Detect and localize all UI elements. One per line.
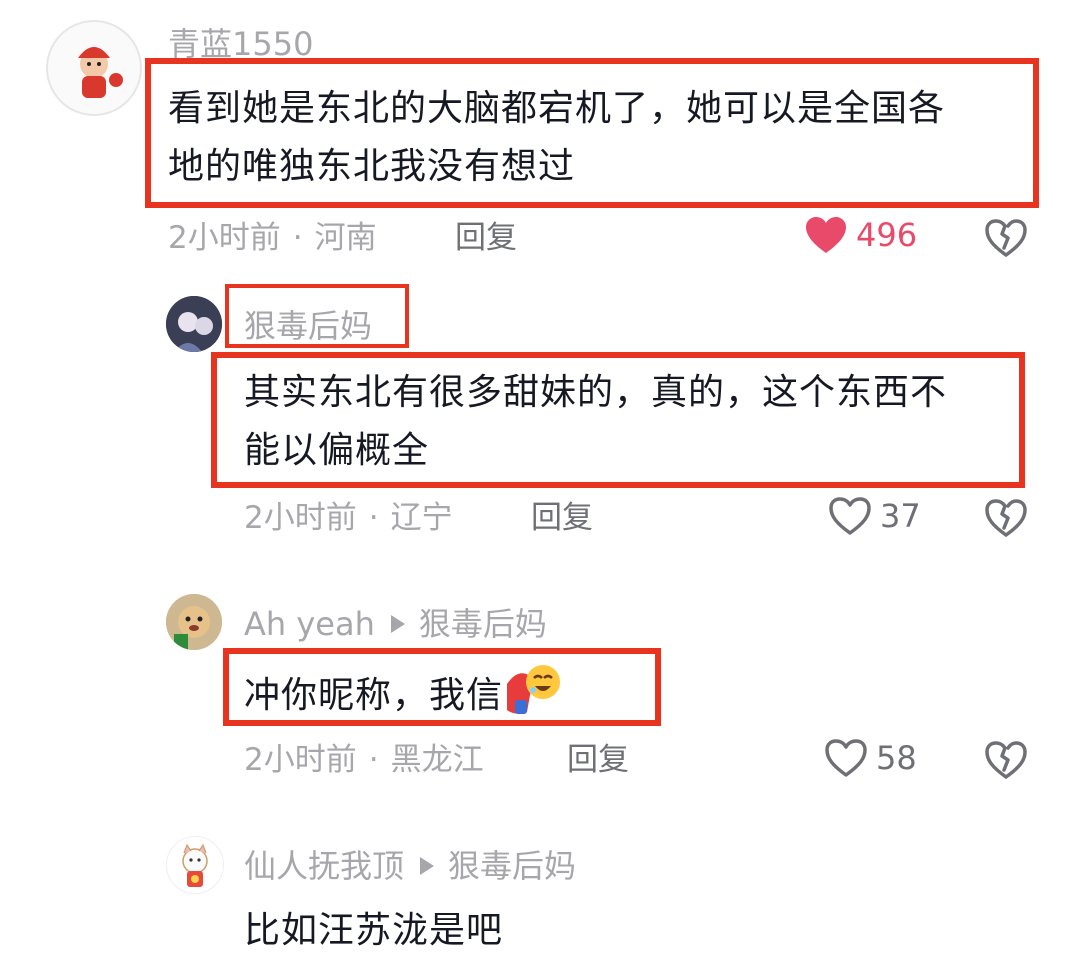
reply-author[interactable]: Ah yeah [244,604,375,644]
broken-heart-icon [985,741,1027,779]
comment-time: 2小时前 [244,742,357,778]
broken-heart-icon [985,219,1027,257]
like-button[interactable]: 496 [804,215,917,255]
triangle-right-icon [390,615,405,633]
comment-text-line: 看到她是东北的大脑都宕机了，她可以是全国各 [168,88,946,129]
avatar[interactable] [166,836,224,894]
comment-text: 看到她是东北的大脑都宕机了，她可以是全国各 地的唯独东北我没有想过 [168,80,945,196]
comment-text: 冲你昵称，我信 [244,660,565,734]
reply-target[interactable]: 狠毒后妈 [419,604,547,644]
avatar[interactable] [166,594,222,650]
triangle-right-icon [420,857,435,875]
avatar-lucky-cat-icon [167,837,223,893]
avatar-character-icon [166,296,222,352]
reply-target[interactable]: 狠毒后妈 [448,846,576,886]
comment-username: Ah yeah 狠毒后妈 [244,604,547,644]
comment-meta: 2小时前 · 黑龙江 [244,740,484,780]
reply-button[interactable]: 回复 [455,218,517,258]
comment-text-line: 其实东北有很多甜妹的，真的，这个东西不 [244,372,948,413]
like-count: 37 [880,497,921,535]
comment-text-line: 地的唯独东北我没有想过 [168,146,576,187]
meta-separator: · [368,500,379,536]
comment-username[interactable]: 狠毒后妈 [244,306,372,346]
comment-text: 其实东北有很多甜妹的，真的，这个东西不 能以偏概全 [244,364,947,480]
comment-location: 辽宁 [390,500,453,536]
reply-button[interactable]: 回复 [531,498,593,538]
avatar-cartoon-icon [78,47,123,98]
like-button[interactable]: 58 [824,738,917,778]
broken-heart-icon [985,499,1027,537]
reply-author[interactable]: 仙人抚我顶 [244,846,404,886]
dislike-button[interactable] [984,740,1028,784]
avatar[interactable] [46,20,142,116]
comment-username: 仙人抚我顶 狠毒后妈 [244,846,576,886]
heart-outline-icon [829,497,871,535]
comment-location: 河南 [314,220,377,256]
comment-text-line: 能以偏概全 [244,430,430,471]
dislike-button[interactable] [984,218,1028,262]
like-count: 58 [876,739,917,777]
meta-separator: · [368,742,379,778]
laughing-emoji-sticker-icon [503,660,565,734]
comment-text: 比如汪苏泷是吧 [244,902,503,960]
heart-icon [806,217,846,253]
comment-meta: 2小时前 · 辽宁 [244,498,453,538]
avatar[interactable] [166,296,222,352]
like-count: 496 [856,216,918,254]
dislike-button[interactable] [984,498,1028,542]
comment-time: 2小时前 [244,500,357,536]
like-button[interactable]: 37 [828,496,921,536]
avatar-dog-icon [166,594,222,650]
comment-text-line: 比如汪苏泷是吧 [244,910,504,951]
comment-time: 2小时前 [168,220,281,256]
meta-separator: · [292,220,303,256]
heart-outline-icon [825,739,867,777]
comment-text-line: 冲你昵称，我信 [244,675,504,716]
reply-button[interactable]: 回复 [567,740,629,780]
comment-meta: 2小时前 · 河南 [168,218,377,258]
comment-location: 黑龙江 [390,742,484,778]
